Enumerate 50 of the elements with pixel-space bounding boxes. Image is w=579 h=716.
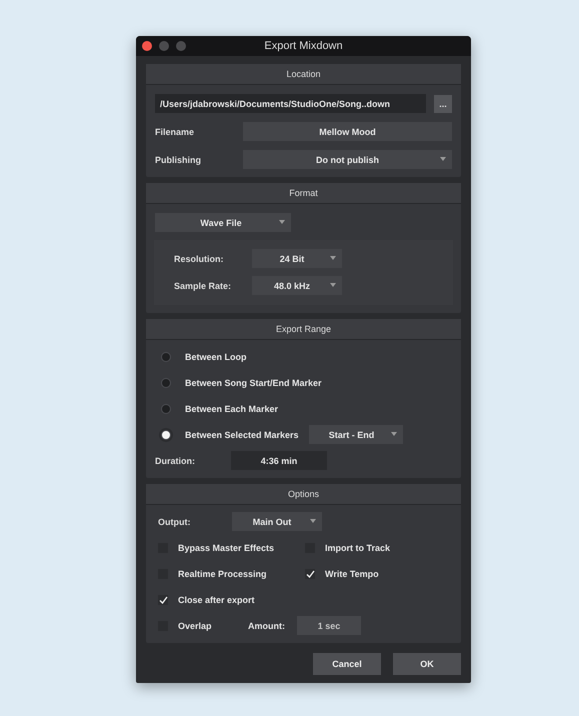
dialog-button[interactable]: Cancel	[313, 653, 381, 675]
checkbox-label: Realtime Processing	[178, 568, 267, 578]
checkbox-label: Write Tempo	[325, 568, 379, 578]
checkbox-label: Overlap	[178, 620, 212, 630]
path-field[interactable]: /Users/jdabrowski/Documents/StudioOne/Song..down	[155, 94, 426, 113]
dialog-button[interactable]: OK	[393, 653, 461, 675]
checkbox[interactable]	[158, 594, 168, 604]
setting-label: Resolution:	[174, 254, 224, 264]
radio-button[interactable]	[161, 404, 171, 414]
duration-label: Duration:	[155, 456, 196, 466]
caret-icon	[440, 157, 446, 161]
output-label: Output:	[158, 516, 192, 526]
radio-label: Between Loop	[185, 352, 247, 362]
setting-dropdown[interactable]: 48.0 kHz	[252, 276, 342, 295]
filename-field[interactable]: Mellow Mood	[243, 122, 452, 141]
section-header: Options	[146, 484, 461, 505]
caret-icon	[310, 519, 316, 523]
field-label: Amount:	[248, 620, 285, 630]
checkbox-label: Close after export	[178, 594, 255, 604]
radio-button[interactable]	[161, 378, 171, 388]
file-type-dropdown[interactable]: Wave File	[155, 213, 291, 232]
setting-dropdown[interactable]: 24 Bit	[252, 249, 342, 268]
marker-dropdown[interactable]: Start - End	[308, 425, 403, 444]
duration-value: 4:36 min	[231, 451, 327, 470]
field-label: Publishing	[155, 154, 202, 164]
zoom-button[interactable]	[176, 41, 186, 51]
radio-button[interactable]	[161, 352, 171, 362]
checkbox-label: Bypass Master Effects	[178, 542, 274, 552]
radio-label: Between Each Marker	[185, 404, 278, 414]
checkbox-label: Import to Track	[325, 542, 390, 552]
caret-icon	[330, 256, 336, 260]
window-title: Export Mixdown	[264, 40, 343, 52]
checkbox[interactable]	[305, 568, 315, 578]
field-label: Filename	[155, 126, 196, 136]
radio-button[interactable]	[161, 430, 171, 440]
radio-label: Between Song Start/End Marker	[185, 378, 322, 388]
close-button[interactable]	[142, 41, 152, 51]
setting-label: Sample Rate:	[174, 280, 232, 290]
publishing-dropdown[interactable]: Do not publish	[243, 150, 452, 169]
radio-label: Between Selected Markers	[185, 430, 299, 440]
caret-icon	[279, 220, 285, 224]
amount-field[interactable]: 1 sec	[297, 616, 361, 635]
section-header: Format	[146, 183, 461, 204]
section-header: Location	[146, 64, 461, 85]
minimize-button[interactable]	[159, 41, 169, 51]
caret-icon	[330, 283, 336, 287]
section-header: Export Range	[146, 319, 461, 340]
browse-button[interactable]: ...	[434, 94, 452, 112]
caret-icon	[390, 432, 397, 436]
output-dropdown[interactable]: Main Out	[232, 512, 322, 531]
